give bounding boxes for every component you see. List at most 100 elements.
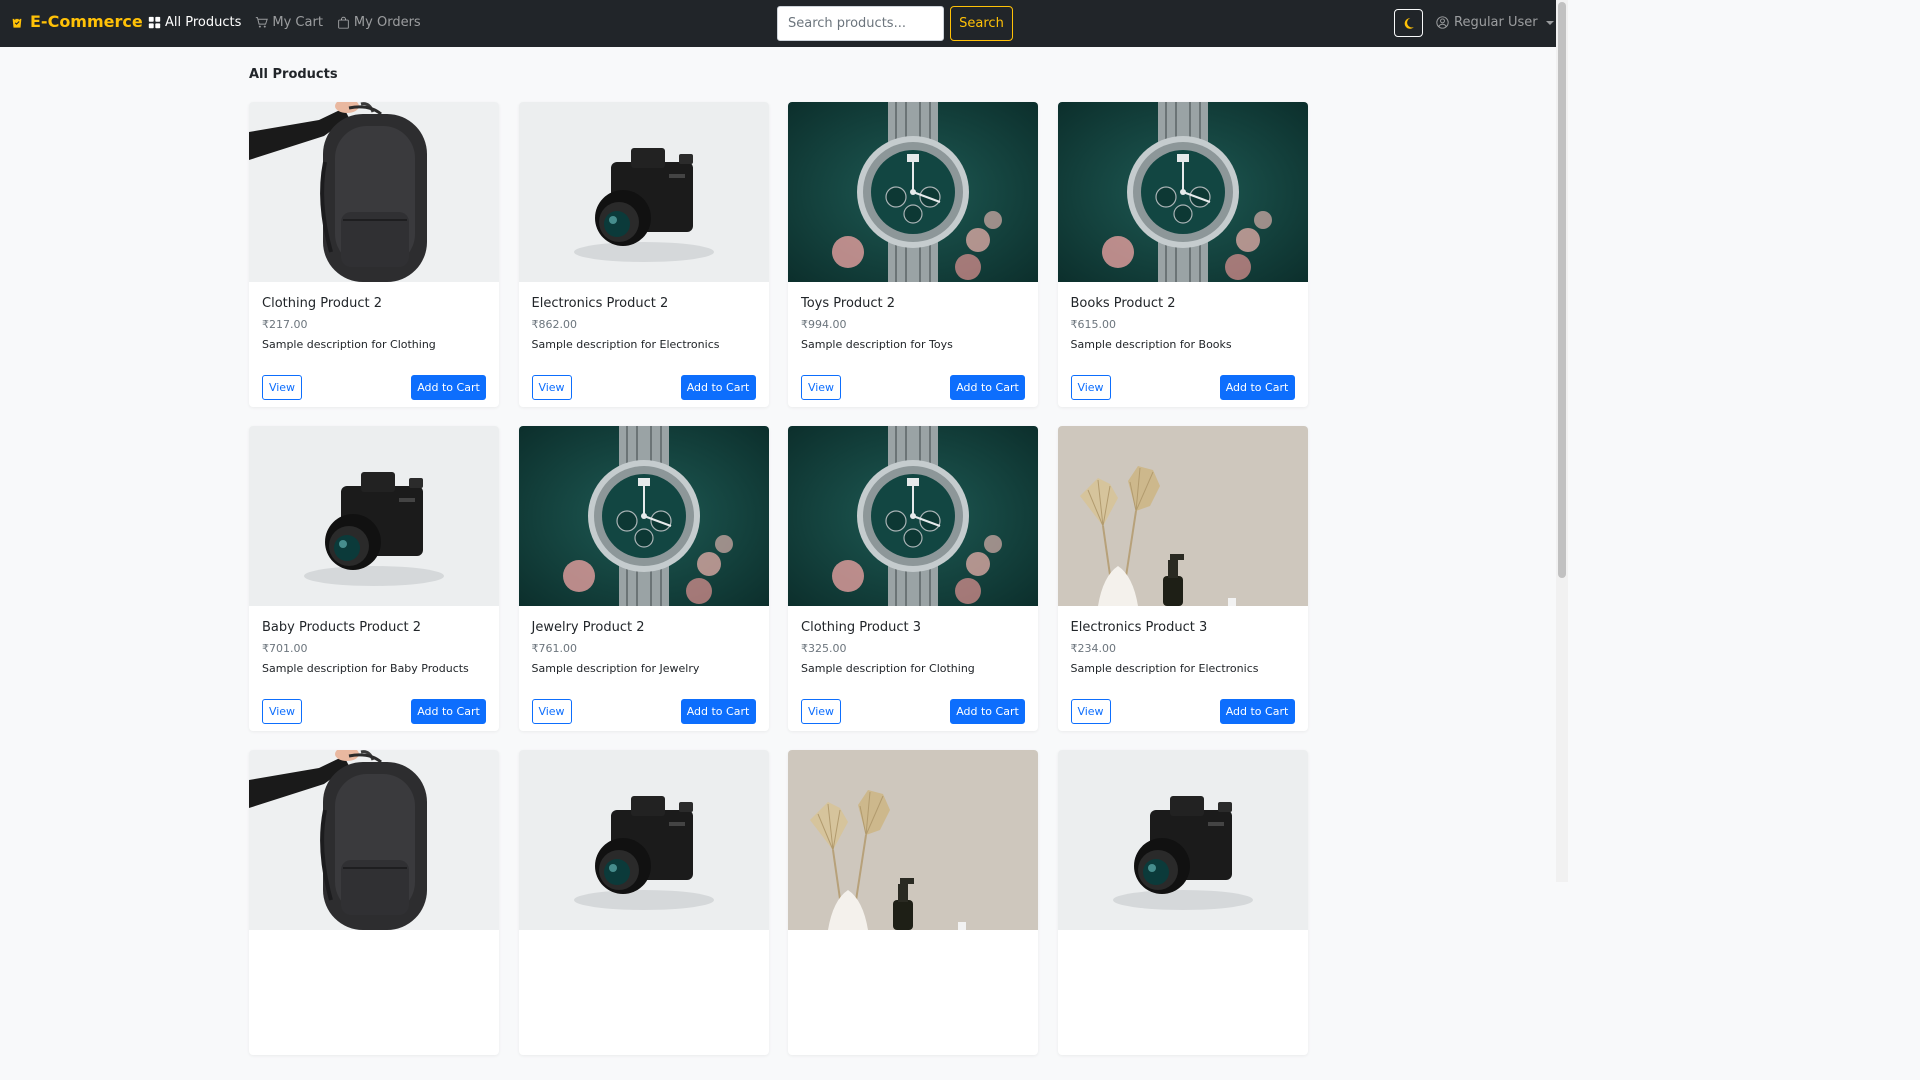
product-image[interactable] (249, 426, 499, 606)
product-card: Jewelry Product 2 ₹761.00 Sample descripti… (518, 426, 769, 731)
user-name: Regular User (1454, 15, 1538, 30)
nav-all-products-label: All Products (165, 15, 242, 30)
product-price: ₹862.00 (531, 318, 578, 331)
product-image-plants (1057, 426, 1308, 606)
product-image-backpack (249, 102, 499, 282)
product-image-camera (518, 750, 769, 930)
add-to-cart-button[interactable]: Add to Cart (950, 375, 1025, 400)
product-description: Sample description for Electronics (531, 338, 720, 351)
product-price (1071, 966, 1295, 981)
brand-link[interactable]: E-Commerce (10, 12, 143, 31)
product-card-body: Books Product 2 ₹615.00 Sample description… (1058, 282, 1308, 354)
product-price: ₹325.00 (801, 642, 847, 655)
add-to-cart-button[interactable]: Add to Cart (1219, 699, 1295, 724)
add-to-cart-button[interactable]: Add to Cart (1219, 375, 1295, 400)
product-name: Electronics Product 2 (531, 296, 669, 311)
product-name: Electronics Product 3 (1070, 620, 1208, 635)
product-price: ₹615.00 (1070, 318, 1117, 331)
theme-toggle-button[interactable] (1394, 9, 1423, 37)
product-image[interactable] (788, 102, 1038, 282)
bag-icon (338, 16, 349, 29)
scrollbar-thumb[interactable] (1558, 2, 1566, 578)
product-name: Clothing Product 2 (262, 296, 382, 311)
product-image-watch (518, 426, 769, 606)
product-price: ₹994.00 (801, 318, 847, 331)
product-image[interactable] (249, 750, 499, 930)
view-button[interactable]: View (262, 699, 302, 724)
nav-all-products[interactable]: All Products (148, 15, 241, 30)
product-image-plants (788, 750, 1038, 930)
view-button[interactable]: View (1070, 699, 1111, 724)
product-card-body (249, 930, 499, 1002)
search-button[interactable]: Search (950, 6, 1013, 41)
add-to-cart-button[interactable]: Add to Cart (411, 375, 486, 400)
product-price: ₹761.00 (531, 642, 578, 655)
view-button[interactable]: View (801, 375, 841, 400)
product-image[interactable] (249, 102, 499, 282)
product-image[interactable] (788, 750, 1038, 930)
view-button[interactable]: View (801, 699, 841, 724)
product-card-body: Electronics Product 2 ₹862.00 Sample descr… (519, 282, 769, 354)
product-card-body (1058, 930, 1308, 1002)
product-image-watch (788, 102, 1038, 282)
product-description (532, 986, 756, 1002)
product-card-body: Toys Product 2 ₹994.00 Sample description … (788, 282, 1038, 354)
product-description (262, 986, 486, 1002)
product-card-body: Jewelry Product 2 ₹761.00 Sample descripti… (519, 606, 769, 678)
product-price (532, 966, 756, 981)
product-name (801, 944, 1025, 963)
product-image[interactable] (1057, 102, 1308, 282)
brand-name: E-Commerce (30, 12, 143, 31)
person-circle-icon (1436, 16, 1449, 29)
navbar: E-Commerce All Products My Cart My Order… (0, 0, 1556, 47)
nav-my-cart-label: My Cart (272, 15, 323, 30)
user-menu-dropdown[interactable]: Regular User (1436, 15, 1554, 30)
view-button[interactable]: View (262, 375, 302, 400)
nav-my-orders-label: My Orders (353, 15, 421, 30)
page-title: All Products (249, 67, 338, 82)
view-button[interactable]: View (1070, 375, 1111, 400)
nav-links: All Products My Cart My Orders (148, 15, 421, 30)
product-description: Sample description for Jewelry (531, 662, 700, 675)
product-image-camera (1057, 750, 1308, 930)
product-image[interactable] (788, 426, 1038, 606)
product-description (1071, 986, 1295, 1002)
product-image[interactable] (518, 750, 769, 930)
product-name: Jewelry Product 2 (531, 620, 645, 635)
product-card-body: Baby Products Product 2 ₹701.00 Sample des… (249, 606, 499, 678)
product-image[interactable] (1057, 426, 1308, 606)
product-image-camera (249, 426, 499, 606)
product-price (262, 966, 486, 981)
product-description (801, 986, 1025, 1002)
add-to-cart-button[interactable]: Add to Cart (680, 699, 756, 724)
product-card: Baby Products Product 2 ₹701.00 Sample des… (249, 426, 499, 731)
shopping-bag-icon (12, 15, 22, 28)
product-card-body: Clothing Product 3 ₹325.00 Sample descript… (788, 606, 1038, 678)
nav-my-orders[interactable]: My Orders (337, 15, 421, 30)
view-button[interactable]: View (531, 375, 572, 400)
product-name: Toys Product 2 (801, 296, 896, 311)
product-image[interactable] (518, 426, 769, 606)
product-name (262, 944, 486, 963)
product-price: ₹701.00 (262, 642, 308, 655)
product-image[interactable] (518, 102, 769, 282)
view-button[interactable]: View (531, 699, 572, 724)
page-scrollbar[interactable] (1556, 0, 1568, 882)
product-price: ₹217.00 (262, 318, 308, 331)
search-input[interactable] (777, 6, 944, 41)
product-description: Sample description for Toys (801, 338, 953, 351)
product-card: Clothing Product 2 ₹217.00 Sample descript… (249, 102, 499, 407)
product-card (1057, 750, 1308, 1055)
product-card-body (788, 930, 1038, 1002)
product-image-watch (788, 426, 1038, 606)
product-card (249, 750, 499, 1055)
grid-icon (148, 16, 161, 29)
add-to-cart-button[interactable]: Add to Cart (411, 699, 486, 724)
product-price: ₹234.00 (1070, 642, 1117, 655)
product-name (532, 944, 756, 963)
product-card: Toys Product 2 ₹994.00 Sample description … (788, 102, 1038, 407)
nav-my-cart[interactable]: My Cart (255, 15, 323, 30)
add-to-cart-button[interactable]: Add to Cart (950, 699, 1025, 724)
product-image[interactable] (1057, 750, 1308, 930)
add-to-cart-button[interactable]: Add to Cart (680, 375, 756, 400)
